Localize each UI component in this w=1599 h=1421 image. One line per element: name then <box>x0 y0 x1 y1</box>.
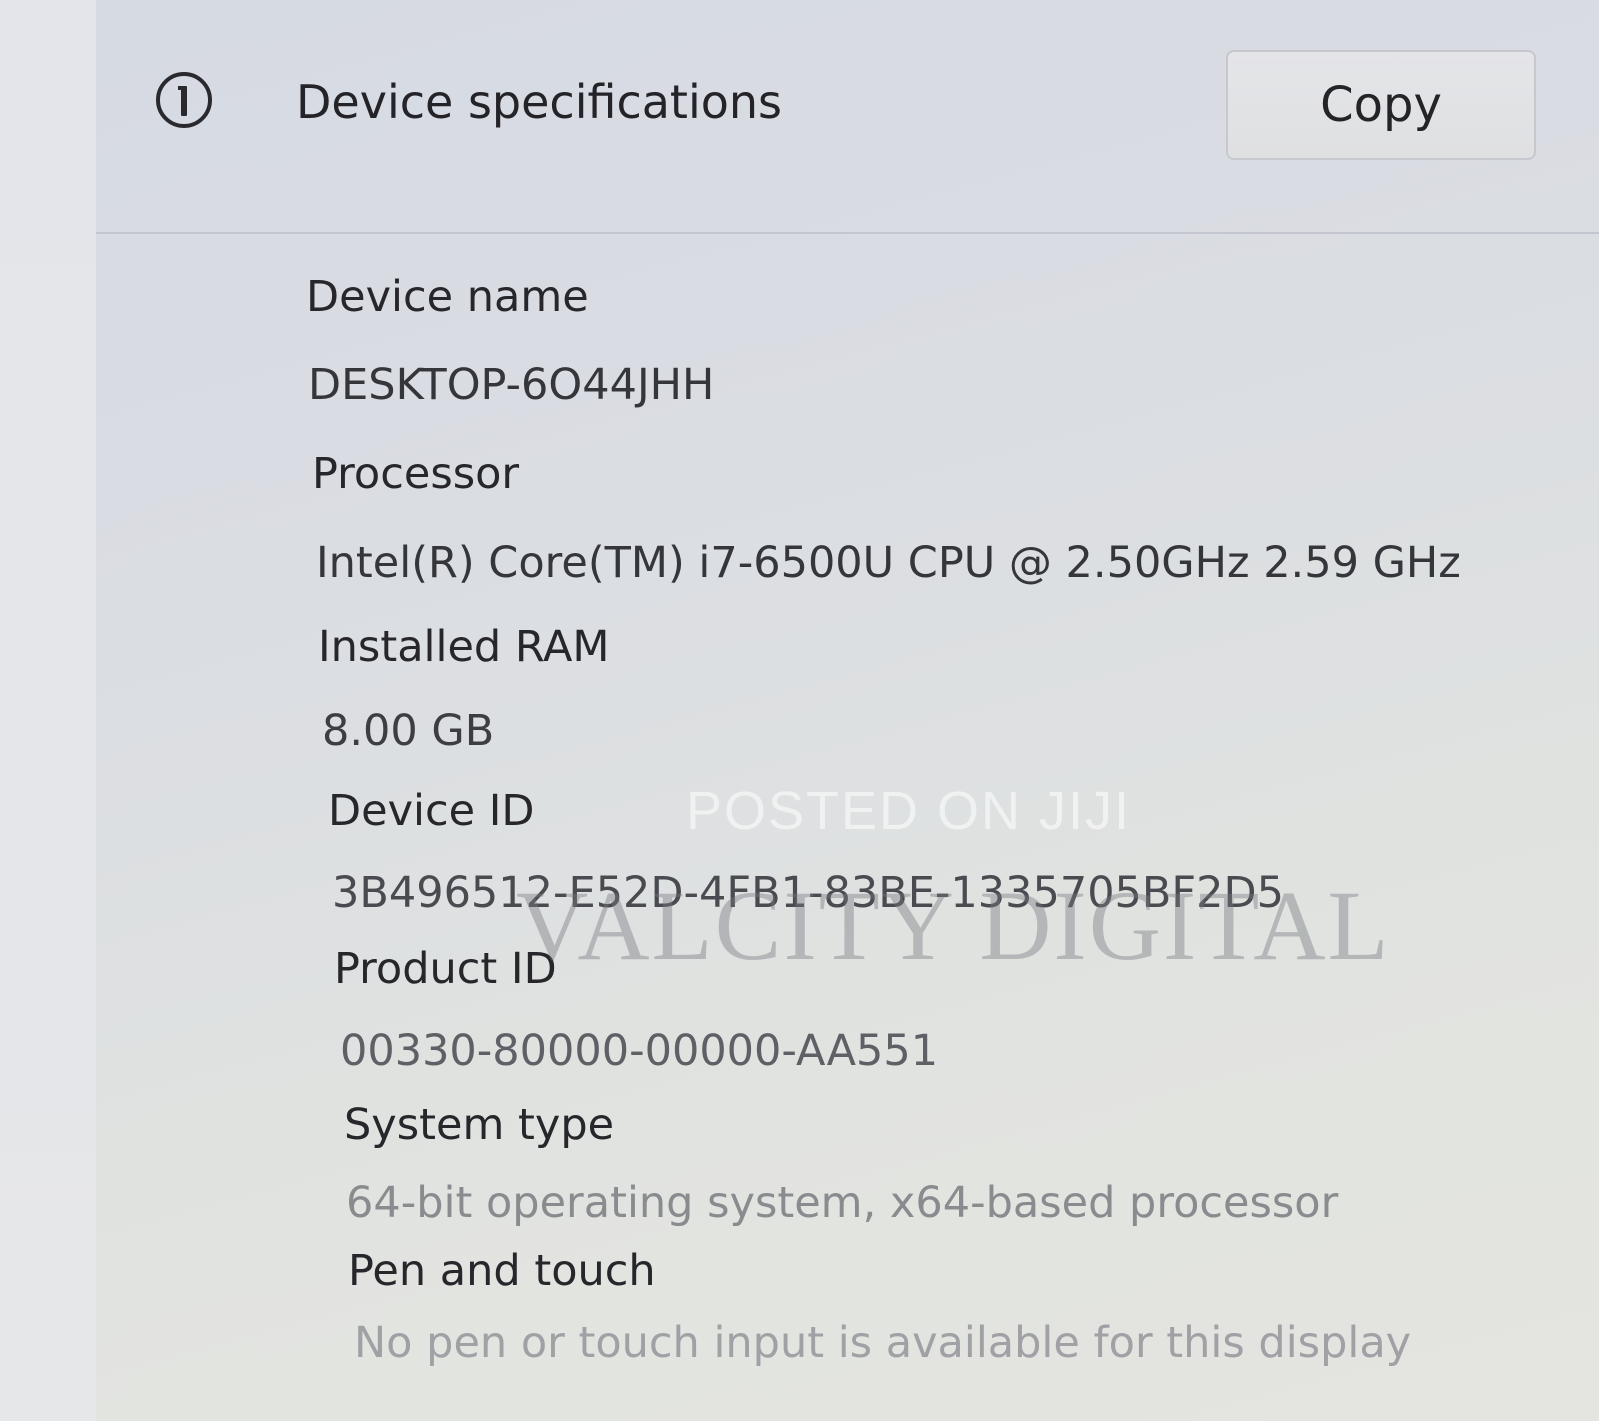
left-margin <box>0 0 96 1421</box>
product-id-label: Product ID <box>334 944 557 994</box>
processor-label: Processor <box>312 449 520 499</box>
product-id-value: 00330-80000-00000-AA551 <box>340 1026 939 1076</box>
device-id-value: 3B496512-E52D-4FB1-83BE-1335705BF2D5 <box>332 868 1284 918</box>
device-name-label: Device name <box>306 272 589 322</box>
device-id-label: Device ID <box>328 786 535 836</box>
spec-list: Device name DESKTOP-6O44JHH Processor In… <box>96 0 1599 1421</box>
installed-ram-value: 8.00 GB <box>322 706 495 756</box>
device-name-value: DESKTOP-6O44JHH <box>308 360 715 410</box>
installed-ram-label: Installed RAM <box>318 622 610 672</box>
pen-and-touch-label: Pen and touch <box>348 1246 656 1296</box>
system-type-label: System type <box>344 1100 615 1150</box>
device-specifications-panel: Device specifications Copy Device name D… <box>96 0 1599 1421</box>
processor-value: Intel(R) Core(TM) i7-6500U CPU @ 2.50GHz… <box>316 538 1461 588</box>
system-type-value: 64-bit operating system, x64-based proce… <box>346 1178 1339 1228</box>
pen-and-touch-value: No pen or touch input is available for t… <box>354 1318 1412 1368</box>
